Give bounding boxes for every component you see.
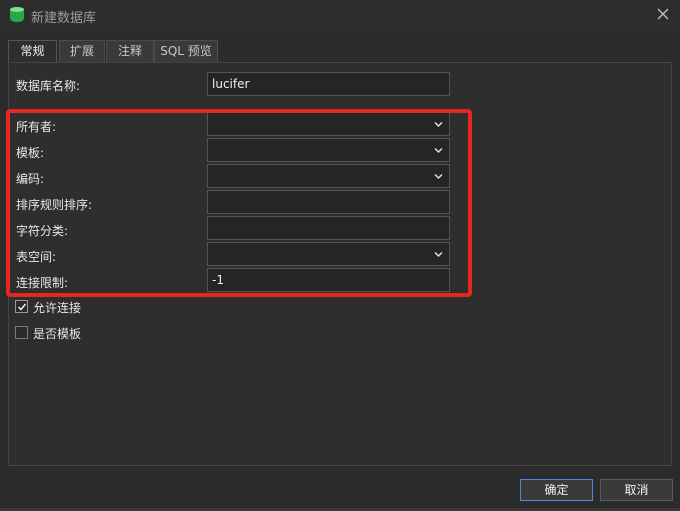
window-title: 新建数据库 (31, 11, 97, 26)
title-bar: 新建数据库 (0, 0, 680, 30)
is-template-label: 是否模板 (33, 327, 82, 341)
checkmark-icon (17, 303, 27, 311)
close-icon[interactable] (655, 6, 671, 22)
tab-extensions[interactable]: 扩展 (59, 40, 105, 62)
db-name-value: lucifer (212, 77, 250, 91)
db-name-label: 数据库名称: (16, 79, 81, 93)
allow-connections-checkbox[interactable] (15, 300, 28, 313)
cancel-button[interactable]: 取消 (600, 479, 673, 501)
tab-sql-preview[interactable]: SQL 预览 (154, 40, 218, 62)
tab-comments[interactable]: 注释 (106, 40, 154, 62)
allow-connections-label: 允许连接 (33, 301, 82, 315)
highlight-box (6, 109, 472, 297)
is-template-checkbox[interactable] (15, 326, 28, 339)
tab-general[interactable]: 常规 (8, 40, 57, 63)
database-icon (10, 7, 24, 23)
ok-button[interactable]: 确定 (520, 479, 593, 501)
db-name-field[interactable]: lucifer (207, 72, 450, 96)
